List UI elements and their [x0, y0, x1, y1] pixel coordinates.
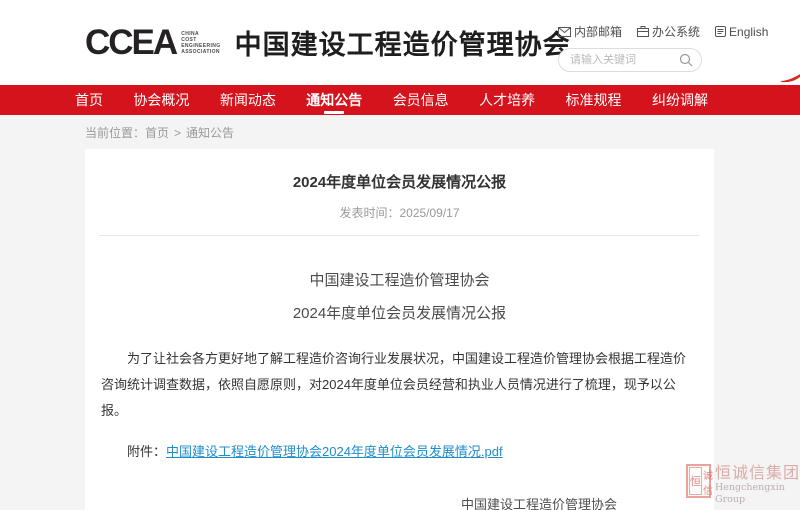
page-title: 2024年度单位会员发展情况公报 [85, 149, 714, 192]
publish-date: 发表时间：2025/09/17 [85, 204, 714, 221]
hengchengxin-watermark: 恒 诚 信 恒诚信集团 Hengchengxin Group [686, 464, 800, 506]
watermark-name: 恒诚信集团 [715, 464, 800, 482]
publish-date-value: 2025/09/17 [399, 206, 459, 220]
header-utilities: 内部邮箱 办公系统 English [558, 23, 768, 72]
breadcrumb-prefix: 当前位置： [85, 126, 145, 140]
office-system-link-label: 办公系统 [652, 23, 700, 40]
breadcrumb-home-link[interactable]: 首页 [145, 126, 169, 140]
signature-block: 中国建设工程造价管理协会 2025年9月17日 [424, 494, 654, 510]
seal-right-column: 诚 信 [703, 467, 713, 495]
briefcase-icon [637, 26, 649, 37]
mail-icon [558, 27, 571, 37]
main-nav: 首页 协会概况 新闻动态 通知公告 会员信息 人才培养 标准规程 纠纷调解 [0, 85, 800, 115]
ccea-logo-acronym: CCEA [85, 25, 176, 60]
breadcrumb-separator: > [174, 126, 181, 140]
watermark-text: 恒诚信集团 Hengchengxin Group [715, 464, 800, 506]
nav-item-news[interactable]: 新闻动态 [220, 85, 276, 115]
nav-item-dispute[interactable]: 纠纷调解 [652, 85, 708, 115]
english-link-label: English [729, 25, 768, 39]
attachment-row: 附件：中国建设工程造价管理协会2024年度单位会员发展情况.pdf [101, 441, 698, 460]
office-system-link[interactable]: 办公系统 [637, 23, 700, 40]
nav-item-about[interactable]: 协会概况 [133, 85, 189, 115]
nav-item-training[interactable]: 人才培养 [479, 85, 535, 115]
breadcrumb-current-link[interactable]: 通知公告 [186, 126, 234, 140]
site-header: CCEA CHINA COST ENGINEERING ASSOCIATION … [0, 0, 800, 85]
seal-char-top: 诚 [703, 467, 713, 482]
quick-links: 内部邮箱 办公系统 English [558, 23, 768, 40]
seal-char-left: 恒 [689, 467, 702, 495]
publish-date-label: 发表时间： [339, 206, 399, 220]
search-icon[interactable] [679, 53, 693, 67]
nav-item-standards[interactable]: 标准规程 [566, 85, 622, 115]
document-heading-line2: 2024年度单位会员发展情况公报 [85, 302, 714, 323]
article-card: 2024年度单位会员发展情况公报 发表时间：2025/09/17 中国建设工程造… [85, 149, 714, 510]
article-paragraph: 为了让社会各方更好地了解工程造价咨询行业发展状况，中国建设工程造价管理协会根据工… [101, 346, 698, 424]
mail-link-label: 内部邮箱 [574, 23, 622, 40]
nav-item-members[interactable]: 会员信息 [393, 85, 449, 115]
logo-sub-line: ASSOCIATION [181, 49, 220, 55]
title-divider [99, 235, 700, 236]
site-title: 中国建设工程造价管理协会 [235, 23, 571, 62]
nav-item-notices[interactable]: 通知公告 [306, 85, 362, 115]
watermark-name-en: Hengchengxin Group [715, 482, 800, 506]
ccea-logo-subtext: CHINA COST ENGINEERING ASSOCIATION [181, 31, 220, 55]
english-link[interactable]: English [715, 25, 768, 39]
attachment-label: 附件： [127, 444, 166, 459]
search-box [558, 48, 702, 72]
main-nav-inner: 首页 协会概况 新闻动态 通知公告 会员信息 人才培养 标准规程 纠纷调解 [0, 85, 800, 115]
hengchengxin-seal-icon: 恒 诚 信 [686, 464, 711, 498]
seal-char-bottom: 信 [703, 482, 713, 497]
attachment-pdf-link[interactable]: 中国建设工程造价管理协会2024年度单位会员发展情况.pdf [166, 444, 503, 459]
mail-link[interactable]: 内部邮箱 [558, 23, 622, 40]
document-heading-line1: 中国建设工程造价管理协会 [85, 269, 714, 290]
ccea-logo: CCEA CHINA COST ENGINEERING ASSOCIATION [85, 25, 221, 60]
globe-icon [715, 26, 726, 37]
nav-item-home[interactable]: 首页 [75, 85, 103, 115]
logo-swoosh-icon [780, 71, 800, 83]
breadcrumb: 当前位置：首页 > 通知公告 [0, 115, 800, 149]
signature-org: 中国建设工程造价管理协会 [424, 494, 654, 510]
